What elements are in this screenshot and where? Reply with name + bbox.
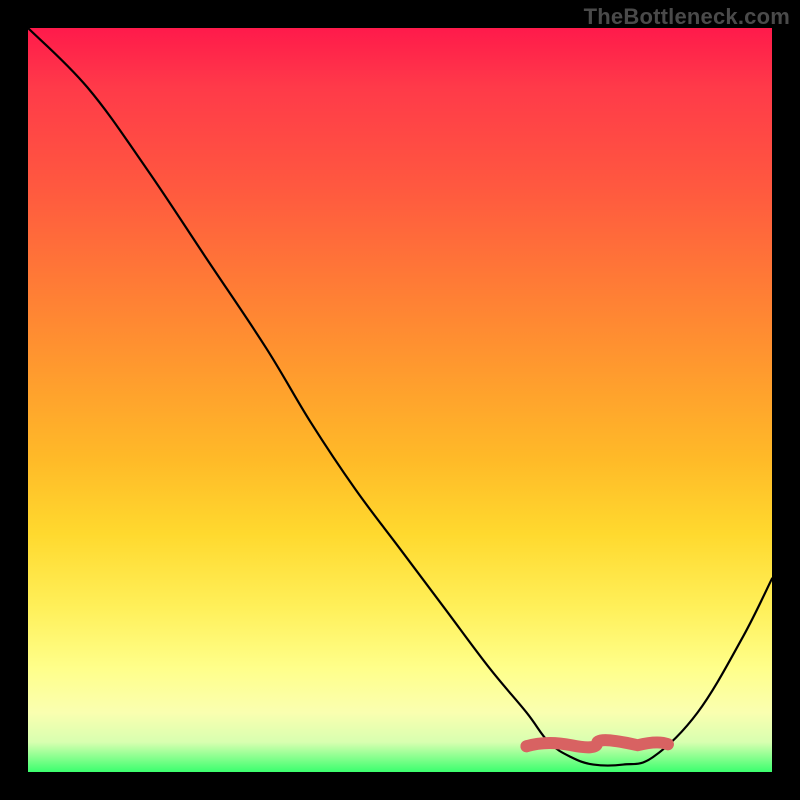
optimal-band bbox=[526, 740, 667, 747]
watermark-text: TheBottleneck.com bbox=[584, 4, 790, 30]
metric-curve bbox=[28, 28, 772, 766]
chart-frame: TheBottleneck.com bbox=[0, 0, 800, 800]
gradient-plot-area bbox=[28, 28, 772, 772]
chart-svg bbox=[28, 28, 772, 772]
optimal-band-right-dot bbox=[662, 738, 674, 750]
optimal-band-left-dot bbox=[520, 740, 532, 752]
